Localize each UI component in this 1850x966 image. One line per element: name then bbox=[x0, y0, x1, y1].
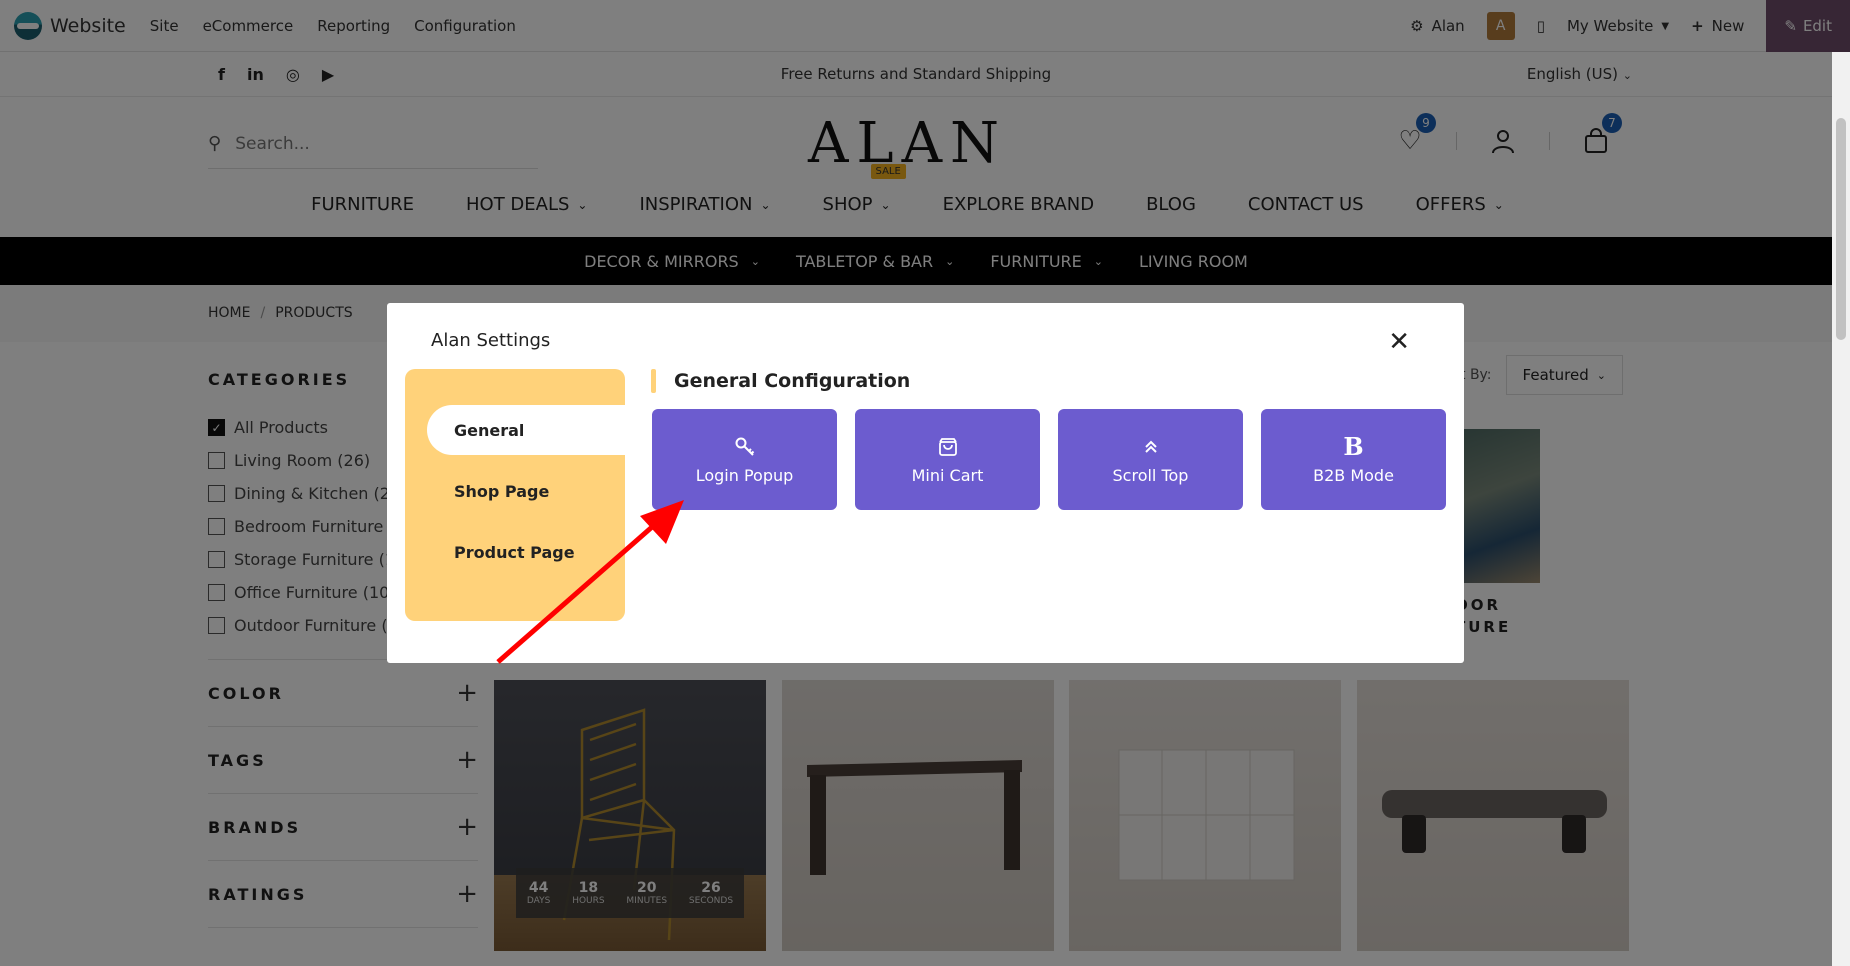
feature-label: Scroll Top bbox=[1112, 465, 1189, 485]
settings-modal: Alan Settings ✕ General Shop Page Produc… bbox=[387, 303, 1464, 663]
section-title: General Configuration bbox=[651, 369, 910, 393]
tab-general[interactable]: General bbox=[427, 405, 625, 455]
modal-title: Alan Settings bbox=[431, 330, 551, 351]
scrollbar-thumb[interactable] bbox=[1836, 118, 1846, 340]
bold-b-icon: B bbox=[1343, 431, 1364, 461]
key-icon bbox=[735, 437, 754, 456]
tab-shop-page[interactable]: Shop Page bbox=[427, 466, 625, 516]
page-scrollbar[interactable] bbox=[1832, 52, 1850, 966]
double-chevron-up-icon bbox=[1144, 440, 1157, 453]
b2b-mode-button[interactable]: B B2B Mode bbox=[1261, 409, 1446, 510]
section-title-text: General Configuration bbox=[674, 370, 911, 392]
scroll-top-button[interactable]: Scroll Top bbox=[1058, 409, 1243, 510]
feature-label: B2B Mode bbox=[1313, 465, 1394, 485]
section-accent-bar bbox=[651, 369, 656, 393]
feature-label: Login Popup bbox=[695, 465, 794, 485]
feature-buttons: Login Popup Mini Cart Scroll Top B B2B M… bbox=[652, 409, 1446, 510]
settings-tabs: General Shop Page Product Page bbox=[405, 369, 625, 621]
feature-label: Mini Cart bbox=[911, 465, 984, 485]
login-popup-button[interactable]: Login Popup bbox=[652, 409, 837, 510]
tab-product-page[interactable]: Product Page bbox=[427, 527, 625, 577]
close-icon[interactable]: ✕ bbox=[1388, 327, 1410, 357]
bag-icon bbox=[938, 437, 957, 456]
mini-cart-button[interactable]: Mini Cart bbox=[855, 409, 1040, 510]
